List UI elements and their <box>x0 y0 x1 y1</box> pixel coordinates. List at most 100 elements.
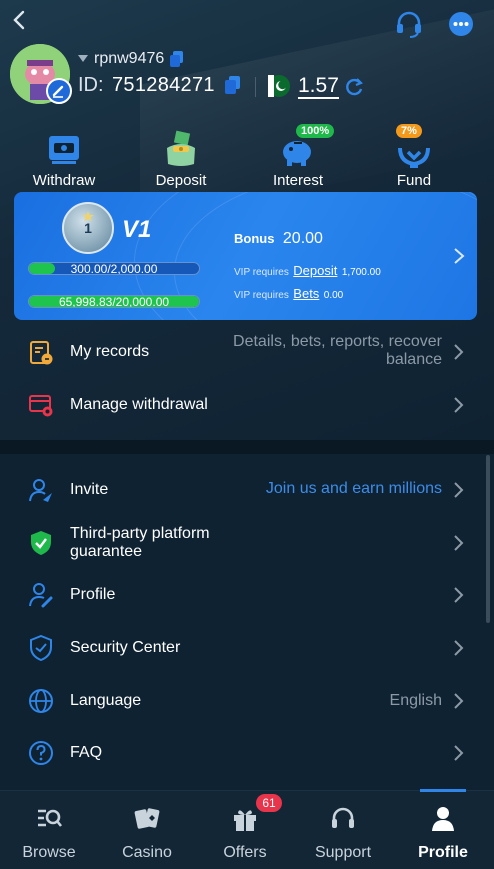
chevron-right-icon <box>454 397 464 413</box>
menu-hint: Join us and earn millions <box>265 480 442 497</box>
records-icon <box>30 341 53 365</box>
nav-support[interactable]: Support <box>294 791 392 869</box>
piggy-bank-icon: 100% <box>278 124 335 170</box>
nav-label: Offers <box>223 844 267 861</box>
active-tab-indicator <box>420 789 466 792</box>
menu-row-profile[interactable]: Profile <box>0 569 494 621</box>
menu-hint-line: balance <box>385 351 442 368</box>
quick-action-label: Interest <box>272 172 324 189</box>
caret-down-icon[interactable] <box>78 55 88 63</box>
menu-hint-line: Details, bets, reports, recover <box>233 333 442 350</box>
nav-label: Profile <box>418 844 468 861</box>
bets-progress-bar: 65,998.83/20,000.00 <box>28 295 200 308</box>
vip-medal-number: 1 <box>84 220 92 236</box>
requirement-prefix: VIP requires <box>234 267 289 278</box>
bets-requirement: VIP requires Bets 0.00 <box>234 285 343 303</box>
bonus-line: Bonus 20.00 <box>234 230 323 248</box>
user-id-value: 751284271 <box>112 74 215 96</box>
deposit-link[interactable]: Deposit <box>293 263 337 278</box>
requirement-prefix: VIP requires <box>234 290 289 301</box>
back-button[interactable] <box>8 8 32 32</box>
menu-label: Profile <box>70 586 116 603</box>
customer-service-button[interactable] <box>394 9 424 39</box>
browse-search-icon <box>38 809 63 827</box>
messages-button[interactable] <box>446 9 476 39</box>
menu-label-line: Third-party platform <box>70 525 210 542</box>
gift-icon <box>234 810 256 831</box>
menu-row-third-party-guarantee[interactable]: Third-party platform guarantee <box>0 516 494 570</box>
chevron-left-icon <box>13 10 25 30</box>
menu-row-invite[interactable]: Invite Join us and earn millions <box>0 464 494 516</box>
headset-icon <box>397 11 421 38</box>
quick-action-fund[interactable]: 7% Fund <box>369 124 459 189</box>
vip-medal-icon: 1 <box>62 202 114 254</box>
nav-label: Support <box>314 844 372 861</box>
chevron-right-icon <box>454 535 464 551</box>
quick-action-label: Withdraw <box>32 172 96 189</box>
deposit-requirement: VIP requires Deposit 1,700.00 <box>234 262 381 280</box>
shield-icon <box>30 635 52 661</box>
nav-label: Casino <box>122 844 172 861</box>
fund-rate-badge: 7% <box>396 124 422 138</box>
menu-label: My records <box>70 343 150 360</box>
nav-label: Browse <box>22 844 76 861</box>
menu-hint: Details, bets, reports, recover balance <box>233 333 442 369</box>
fund-hands-icon: 7% <box>394 124 434 170</box>
bonus-label: Bonus <box>234 231 275 246</box>
menu-label: Invite <box>70 481 109 498</box>
selected-language: English <box>389 692 442 709</box>
quick-action-interest[interactable]: 100% Interest <box>253 124 343 189</box>
separator <box>255 77 256 97</box>
chevron-right-icon <box>454 482 464 498</box>
nav-browse[interactable]: Browse <box>0 791 98 869</box>
user-id-label: ID: <box>78 74 104 96</box>
deposit-progress-bar: 300.00/2,000.00 <box>28 262 200 275</box>
chevron-right-icon <box>454 344 464 360</box>
username: rpnw9476 <box>94 50 165 67</box>
user-edit-icon <box>29 583 53 608</box>
edit-pen-icon <box>52 85 64 98</box>
deposit-requirement-value: 1,700.00 <box>341 267 381 278</box>
chevron-right-icon <box>454 745 464 761</box>
bets-link[interactable]: Bets <box>293 286 319 301</box>
menu-label: Third-party platform guarantee <box>70 525 210 561</box>
menu-label: FAQ <box>70 744 103 761</box>
atm-icon <box>44 130 84 170</box>
menu-label: Manage withdrawal <box>70 396 208 413</box>
globe-icon <box>29 689 53 713</box>
wallet-balance: 1.57 <box>298 74 339 99</box>
user-icon <box>432 807 454 831</box>
interest-rate-badge: 100% <box>296 124 335 138</box>
copy-username-icon[interactable] <box>170 51 184 67</box>
question-circle-icon <box>29 741 53 765</box>
scrollbar[interactable] <box>486 455 490 623</box>
nav-profile[interactable]: Profile <box>394 791 492 869</box>
quick-action-label: Fund <box>396 172 432 189</box>
quick-action-deposit[interactable]: Deposit <box>136 130 226 189</box>
menu-row-security-center[interactable]: Security Center <box>0 622 494 674</box>
menu-label: Security Center <box>70 639 181 656</box>
quick-action-withdraw[interactable]: Withdraw <box>19 130 109 189</box>
chevron-right-icon <box>454 587 464 603</box>
menu-row-manage-withdrawal[interactable]: Manage withdrawal <box>0 380 494 428</box>
nav-casino[interactable]: Casino <box>98 791 196 869</box>
menu-label-line: guarantee <box>70 543 143 560</box>
pakistan-flag-icon <box>268 75 290 97</box>
bets-requirement-value: 0.00 <box>323 290 344 301</box>
refresh-icon[interactable] <box>344 77 364 97</box>
menu-row-my-records[interactable]: My records Details, bets, reports, recov… <box>0 328 494 376</box>
edit-avatar-badge[interactable] <box>46 78 72 104</box>
menu-row-faq[interactable]: FAQ <box>0 727 494 779</box>
vip-card[interactable]: 1 V1 300.00/2,000.00 65,998.83/20,000.00… <box>14 192 477 320</box>
copy-id-icon[interactable] <box>225 76 241 94</box>
deposit-progress-text: 300.00/2,000.00 <box>70 262 158 275</box>
vip-level: V1 <box>122 216 152 243</box>
chevron-right-icon <box>454 640 464 656</box>
chat-bubble-icon <box>449 12 473 36</box>
offers-count-badge: 61 <box>256 794 282 812</box>
menu-row-language[interactable]: Language English <box>0 675 494 727</box>
bonus-value: 20.00 <box>282 230 323 247</box>
invite-user-icon <box>29 479 52 502</box>
section-divider <box>0 440 494 454</box>
bets-progress-text: 65,998.83/20,000.00 <box>58 295 170 308</box>
